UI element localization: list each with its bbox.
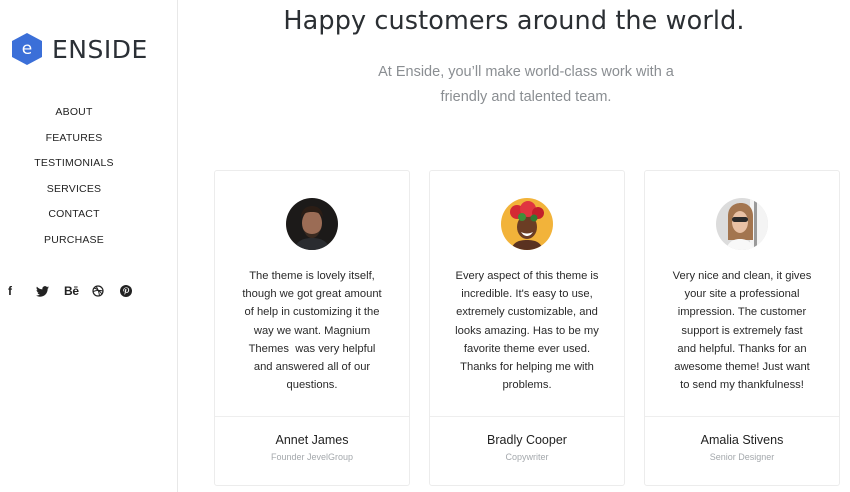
author-role: Senior Designer: [709, 452, 775, 462]
logo-letter: e: [21, 39, 33, 59]
behance-icon[interactable]: Bē: [64, 284, 92, 298]
social-links: f Bē: [8, 284, 148, 298]
quote-line: extremely customizable, and: [456, 306, 598, 319]
quote-line: of help in customizing it the: [244, 306, 380, 319]
quote-line: problems.: [502, 379, 552, 392]
main-nav: ABOUT FEATURES TESTIMONIALS SERVICES CON…: [0, 104, 148, 258]
card-divider: [215, 416, 409, 417]
dribbble-icon[interactable]: [92, 285, 120, 297]
quote-line: questions.: [286, 379, 338, 392]
subtitle-line-1: At Enside, you’ll make world-class work …: [378, 64, 674, 80]
card-divider: [645, 416, 839, 417]
logo-icon: e: [12, 33, 42, 65]
quote-line: and answered all of our: [253, 361, 371, 374]
section-title: Happy customers around the world.: [283, 6, 745, 36]
avatar: [716, 198, 768, 250]
quote-line: though we got great amount: [242, 288, 382, 301]
quote-line: way we want. Magnium: [253, 324, 371, 337]
avatar: [501, 198, 553, 250]
author-name: Bradly Cooper: [487, 433, 567, 447]
testimonial-card: Very nice and clean, it gives your site …: [644, 170, 840, 486]
quote-line: Very nice and clean, it gives: [672, 270, 812, 282]
testimonial-card: The theme is lovely itself, though we go…: [214, 170, 410, 486]
section-subtitle: At Enside, you’ll make world-class work …: [366, 60, 686, 110]
nav-item-features[interactable]: FEATURES: [0, 130, 148, 156]
card-divider: [430, 416, 624, 417]
quote-line: and helpful. Thanks for an: [677, 342, 807, 355]
subtitle-line-2: friendly and talented team.: [440, 89, 612, 105]
author-role: Copywriter: [505, 452, 549, 462]
quote-line: favorite theme ever used.: [463, 342, 591, 355]
quote-line: awesome theme! Just want: [674, 361, 810, 374]
author-name: Annet James: [275, 433, 349, 447]
nav-item-services[interactable]: SERVICES: [0, 181, 148, 207]
nav-item-purchase[interactable]: PURCHASE: [0, 232, 148, 258]
sidebar: e ENSIDE ABOUT FEATURES TESTIMONIALS SER…: [0, 0, 178, 492]
quote-line: Thanks for helping me with: [460, 361, 594, 374]
author-role: Founder JevelGroup: [270, 452, 354, 462]
nav-item-contact[interactable]: CONTACT: [0, 206, 148, 232]
quote-line: your site a professional: [684, 288, 800, 301]
quote-line: support is extremely fast: [681, 324, 803, 337]
testimonial-quote: The theme is lovely itself, though we go…: [227, 267, 397, 394]
brand-name: ENSIDE: [52, 34, 148, 64]
twitter-icon[interactable]: [36, 285, 64, 297]
pinterest-icon[interactable]: [120, 285, 148, 297]
main-content: Happy customers around the world. At Ens…: [178, 0, 850, 492]
nav-item-testimonials[interactable]: TESTIMONIALS: [0, 155, 148, 181]
testimonial-card: Every aspect of this theme is incredible…: [429, 170, 625, 486]
quote-line: Themes was very helpful: [248, 342, 376, 355]
quote-line: impression. The customer: [677, 306, 807, 319]
testimonial-quote: Every aspect of this theme is incredible…: [442, 267, 612, 394]
quote-line: The theme is lovely itself,: [249, 270, 375, 282]
quote-line: looks amazing. Has to be my: [455, 324, 599, 337]
quote-line: to send my thankfulness!: [680, 379, 804, 392]
nav-item-about[interactable]: ABOUT: [0, 104, 148, 130]
quote-line: Every aspect of this theme is: [455, 270, 599, 282]
logo[interactable]: e ENSIDE: [12, 33, 148, 65]
author-name: Amalia Stivens: [700, 433, 784, 447]
quote-line: incredible. It's easy to use,: [461, 288, 593, 301]
avatar: [286, 198, 338, 250]
testimonial-quote: Very nice and clean, it gives your site …: [657, 267, 827, 394]
facebook-icon[interactable]: f: [8, 284, 36, 298]
